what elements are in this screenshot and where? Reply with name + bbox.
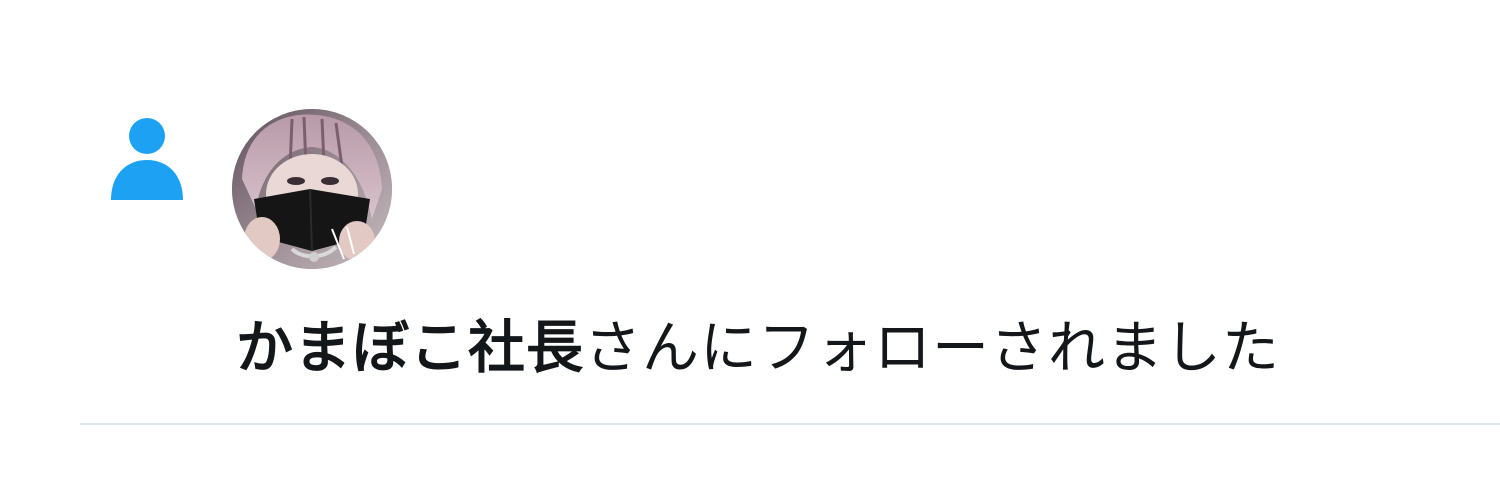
person-icon	[108, 116, 186, 202]
notification-action-text: さんにフォローされました	[584, 315, 1280, 381]
divider	[80, 423, 1500, 425]
user-avatar[interactable]	[232, 109, 392, 269]
follow-notification[interactable]: かまぼこ社長さんにフォローされました	[0, 0, 1500, 499]
user-display-name[interactable]: かまぼこ社長	[236, 315, 584, 381]
notification-message: かまぼこ社長さんにフォローされました	[236, 312, 1466, 384]
